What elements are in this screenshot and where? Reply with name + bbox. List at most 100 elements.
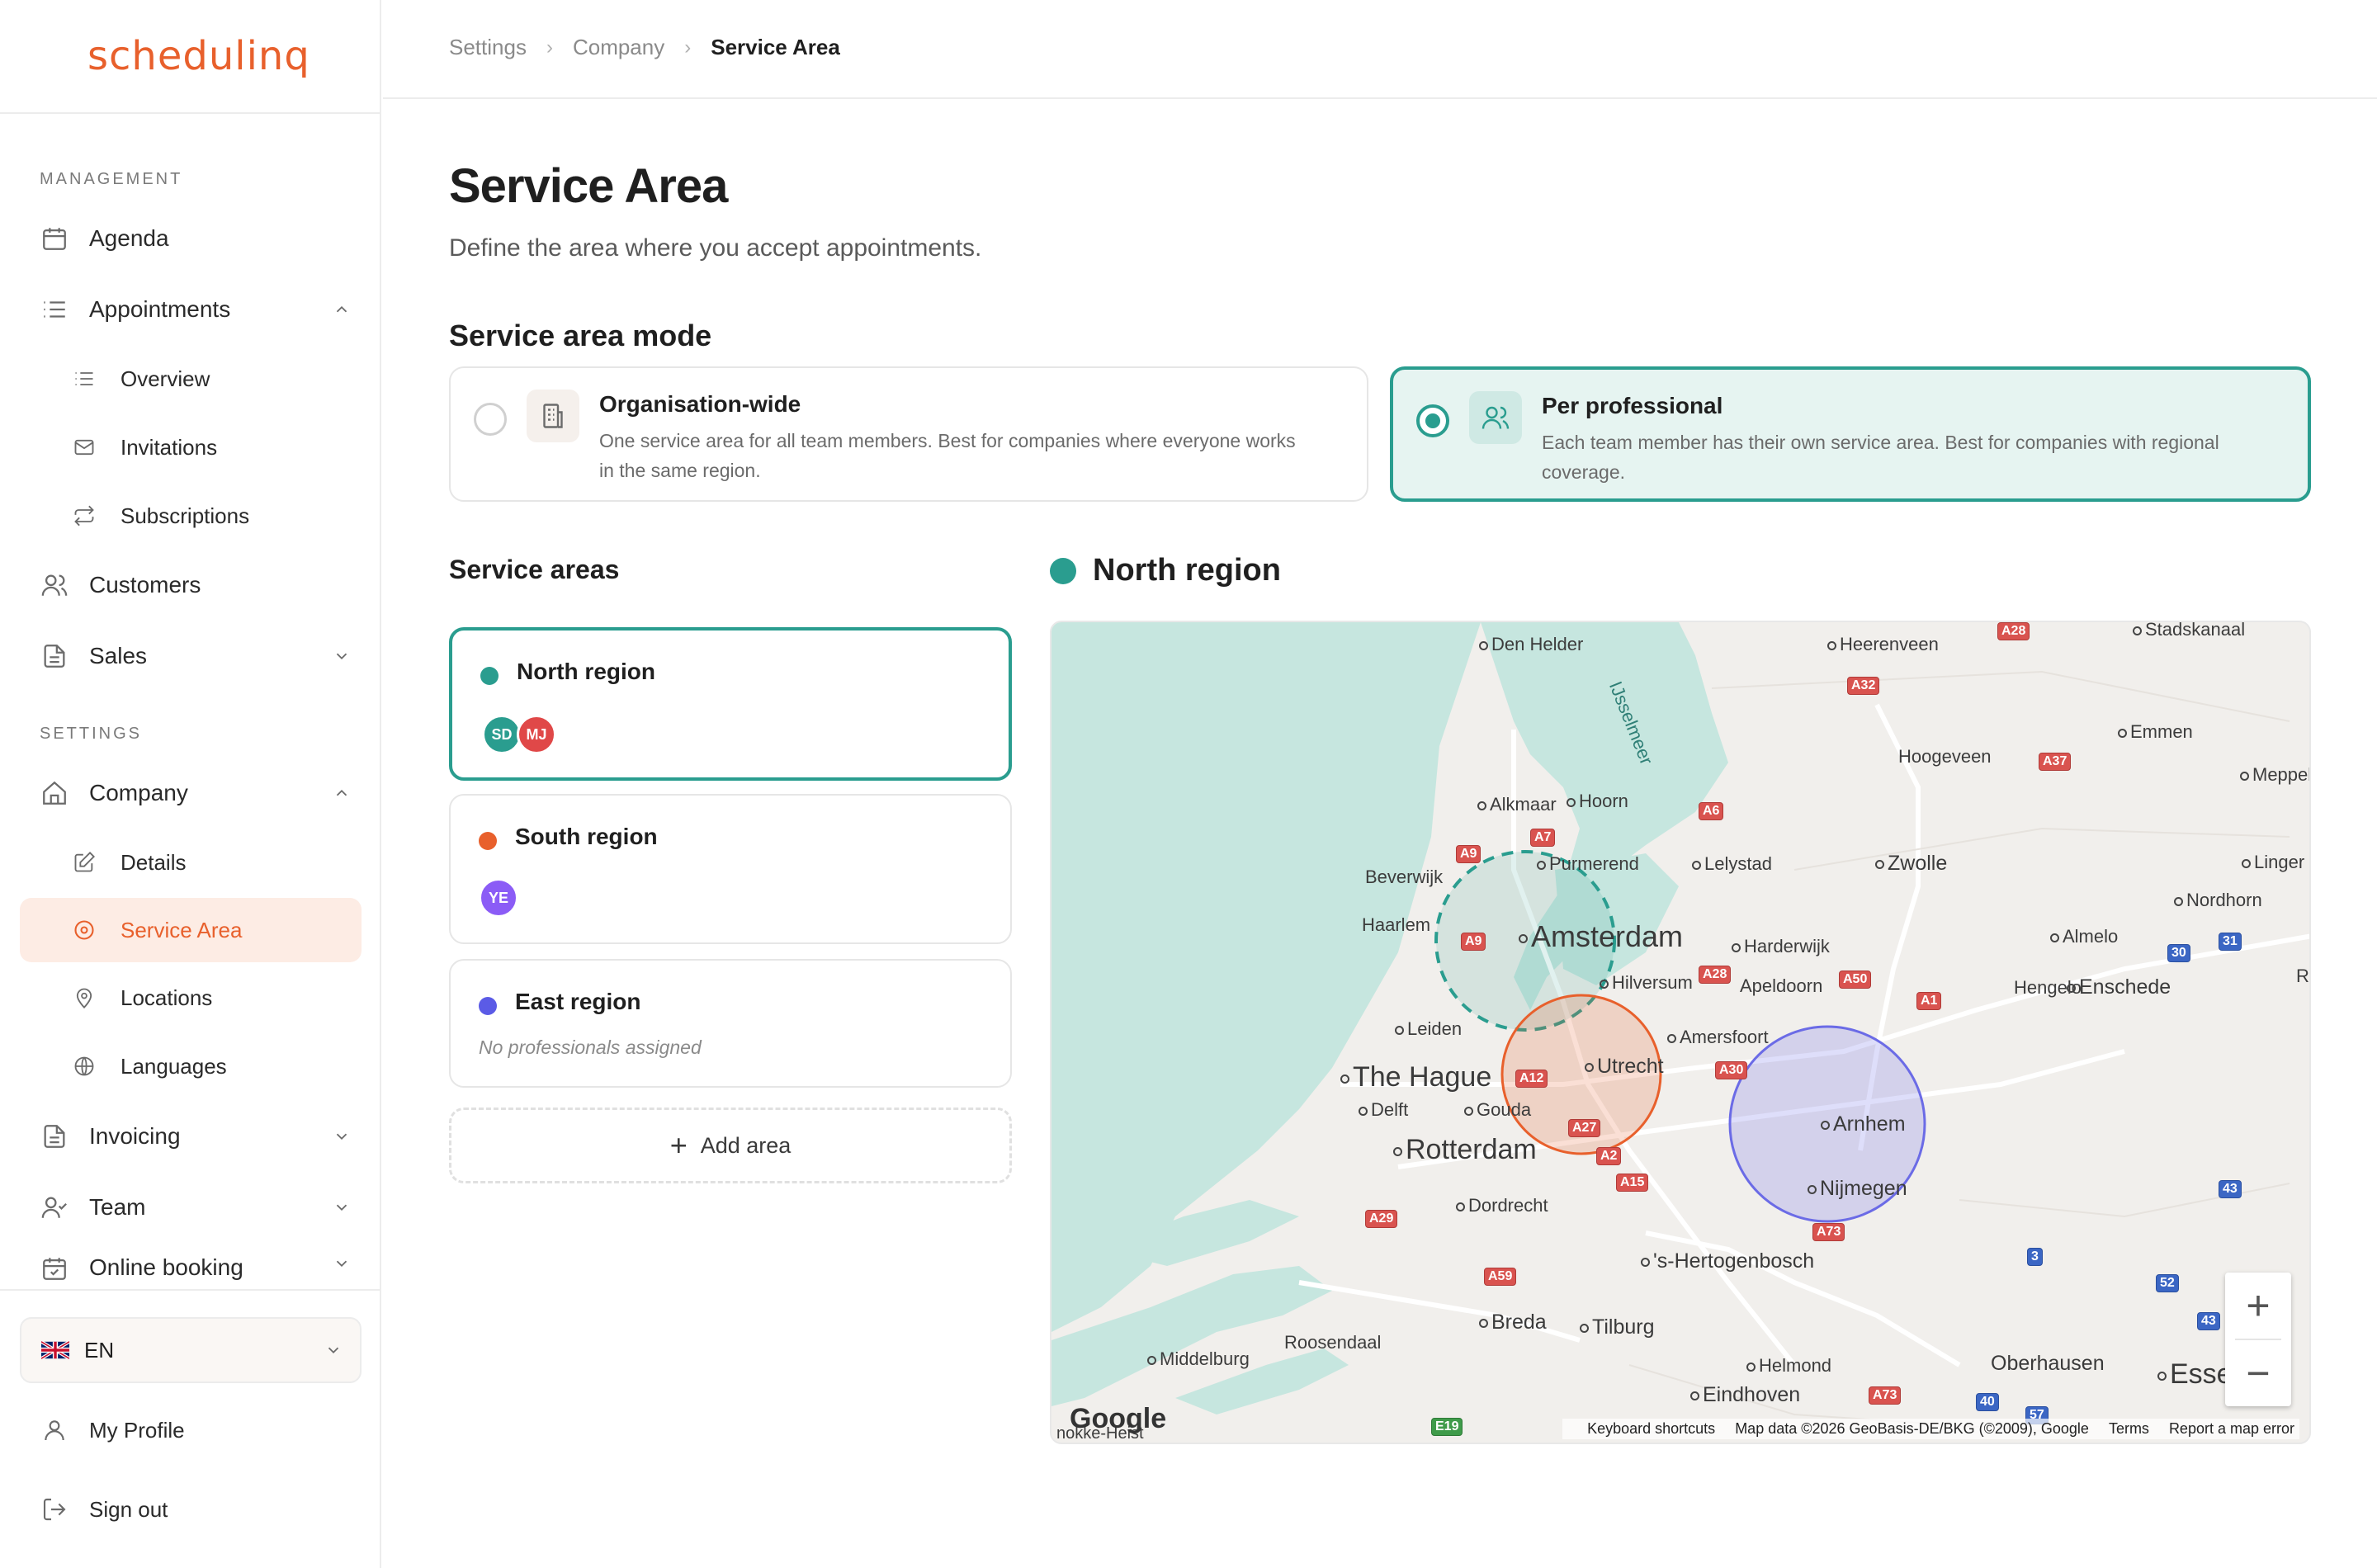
radio-button[interactable]	[474, 403, 507, 436]
sidebar-item-label: Appointments	[89, 296, 231, 322]
map-label: Nijmegen	[1808, 1177, 1907, 1201]
sidebar-item-customers[interactable]: Customers	[20, 553, 362, 617]
language-select[interactable]: EN	[20, 1317, 362, 1383]
sidebar-item-label: Invoicing	[89, 1123, 181, 1149]
map-label: Delft	[1359, 1099, 1408, 1121]
road-shield: A27	[1568, 1119, 1601, 1137]
map-label: Hoorn	[1567, 791, 1628, 812]
road-shield: A7	[1530, 829, 1556, 847]
document-icon	[20, 1122, 89, 1150]
sidebar-item-details[interactable]: Details	[20, 830, 362, 895]
empty-state-text: No professionals assigned	[479, 1037, 702, 1058]
map-label: Esse	[2157, 1358, 2233, 1391]
sidebar-item-appointments[interactable]: Appointments	[20, 277, 362, 342]
service-areas-title: Service areas	[449, 555, 620, 584]
divider	[0, 1289, 380, 1291]
list-icon	[20, 295, 89, 324]
page-subtitle: Define the area where you accept appoint…	[449, 234, 982, 262]
document-icon	[20, 642, 89, 670]
zoom-out-button[interactable]: −	[2225, 1340, 2291, 1406]
avatar: MJ	[517, 715, 556, 754]
map-label: Amersfoort	[1667, 1027, 1769, 1048]
road-shield: A28	[1699, 966, 1732, 984]
repeat-icon	[66, 504, 102, 527]
top-bar: Settings › Company › Service Area	[383, 0, 2377, 99]
sidebar-item-online-booking[interactable]: Online booking	[20, 1246, 362, 1289]
mode-option-title: Per professional	[1542, 393, 1723, 418]
map-label: Middelburg	[1147, 1348, 1250, 1370]
sidebar-item-languages[interactable]: Languages	[20, 1034, 362, 1098]
selected-region-header: North region	[1050, 553, 1281, 588]
map-label: Beverwijk	[1365, 867, 1444, 887]
sidebar-item-invoicing[interactable]: Invoicing	[20, 1104, 362, 1169]
map-label: Gouda	[1464, 1099, 1531, 1121]
sidebar-item-service-area[interactable]: Service Area	[20, 898, 362, 962]
sidebar-item-sign-out[interactable]: Sign out	[20, 1477, 362, 1542]
user-check-icon	[20, 1193, 89, 1221]
sidebar-item-overview[interactable]: Overview	[20, 347, 362, 411]
breadcrumb-current: Service Area	[711, 35, 840, 59]
breadcrumb-settings[interactable]: Settings	[449, 35, 527, 60]
brand-logo[interactable]: schedulinq	[87, 33, 310, 79]
sidebar-item-company[interactable]: Company	[20, 761, 362, 825]
map-label: Hoogeveen	[1898, 746, 1992, 767]
uk-flag-icon	[41, 1341, 69, 1359]
mode-option-per-professional[interactable]: Per professional Each team member has th…	[1390, 366, 2311, 502]
map-label: Helmond	[1746, 1355, 1831, 1377]
sidebar-item-subscriptions[interactable]: Subscriptions	[20, 484, 362, 548]
sidebar-item-invitations[interactable]: Invitations	[20, 415, 362, 479]
road-shield: A28	[1997, 622, 2030, 640]
mode-section-title: Service area mode	[449, 319, 712, 352]
add-area-button[interactable]: + Add area	[449, 1108, 1012, 1183]
map-label: Nordhorn	[2174, 890, 2262, 911]
selected-region-name: North region	[1093, 553, 1281, 588]
sidebar-item-locations[interactable]: Locations	[20, 966, 362, 1030]
map-label: Dordrecht	[1456, 1195, 1548, 1216]
keyboard-shortcuts-link[interactable]: Keyboard shortcuts	[1587, 1420, 1715, 1438]
road-shield: 30	[2167, 944, 2190, 962]
sidebar-item-sales[interactable]: Sales	[20, 624, 362, 688]
sidebar-item-my-profile[interactable]: My Profile	[20, 1398, 362, 1462]
road-shield: A37	[2039, 753, 2072, 771]
google-logo[interactable]: Google	[1070, 1403, 1166, 1435]
area-card-east[interactable]: East region No professionals assigned	[449, 959, 1012, 1088]
target-icon	[66, 919, 102, 942]
report-map-error-link[interactable]: Report a map error	[2169, 1420, 2294, 1438]
mail-icon	[66, 436, 102, 459]
area-card-north[interactable]: North region SD MJ	[449, 627, 1012, 781]
sidebar-item-label: Subscriptions	[121, 503, 250, 528]
user-icon	[20, 1417, 89, 1443]
map-label: Apeldoorn	[1740, 975, 1823, 996]
language-label: EN	[84, 1337, 115, 1363]
breadcrumb-company[interactable]: Company	[573, 35, 664, 60]
terms-link[interactable]: Terms	[2109, 1420, 2149, 1438]
service-area-map[interactable]: Den Helder Heerenveen Stadskanaal Emmen …	[1050, 621, 2311, 1444]
road-shield: A73	[1812, 1223, 1845, 1241]
map-label: Arnhem	[1821, 1112, 1906, 1136]
area-card-south[interactable]: South region YE	[449, 794, 1012, 944]
map-label: Alkmaar	[1477, 794, 1557, 815]
map-label: 's-Hertogenbosch	[1641, 1249, 1814, 1273]
map-label: Haarlem	[1362, 914, 1431, 935]
plus-icon: +	[669, 1128, 688, 1162]
mode-option-description: Each team member has their own service a…	[1542, 432, 2219, 483]
sidebar-item-label: Agenda	[89, 225, 169, 251]
road-shield: A73	[1869, 1386, 1902, 1405]
map-label: Oberhausen	[1991, 1352, 2105, 1375]
zoom-in-button[interactable]: +	[2225, 1273, 2291, 1339]
mode-option-organisation-wide[interactable]: Organisation-wide One service area for a…	[449, 366, 1368, 502]
home-icon	[20, 779, 89, 807]
breadcrumb: Settings › Company › Service Area	[449, 35, 840, 60]
radio-button-selected[interactable]	[1416, 404, 1449, 437]
area-name: East region	[515, 989, 641, 1014]
map-label: Amsterdam	[1519, 919, 1683, 954]
road-shield: A12	[1515, 1070, 1548, 1088]
road-shield: A50	[1839, 971, 1872, 989]
sidebar-item-team[interactable]: Team	[20, 1175, 362, 1240]
chevron-down-icon	[307, 1341, 360, 1359]
calendar-icon	[20, 224, 89, 253]
sidebar-item-label: Details	[121, 849, 187, 875]
chevron-down-icon	[322, 1254, 362, 1273]
sidebar-item-agenda[interactable]: Agenda	[20, 206, 362, 271]
road-shield: A59	[1484, 1268, 1517, 1286]
